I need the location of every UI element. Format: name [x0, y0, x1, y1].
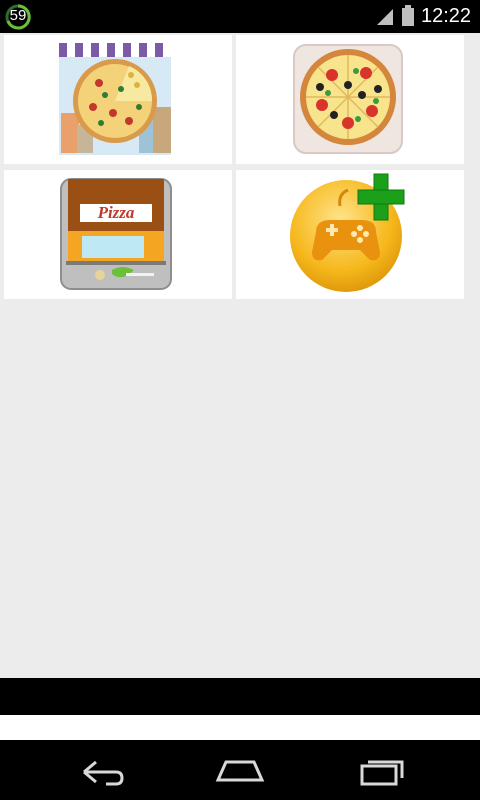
pizza-shop-icon: [59, 43, 171, 155]
store-sign-label: Pizza: [97, 203, 135, 222]
gamepad-add-icon: [290, 173, 405, 292]
status-bar: 59 12:22: [0, 0, 480, 33]
ad-banner-bottom: [0, 715, 480, 740]
pizza-tile[interactable]: [236, 35, 464, 164]
recent-apps-button[interactable]: [350, 750, 410, 790]
progress-ring-icon: 59: [4, 3, 32, 31]
pizza-store-icon: [60, 178, 172, 290]
recent-apps-icon: [360, 760, 404, 786]
home-icon: [215, 760, 265, 782]
status-counter: 59: [9, 7, 27, 24]
back-button[interactable]: [70, 750, 130, 790]
navigation-bar: [0, 740, 480, 800]
more-games-tile[interactable]: [236, 170, 464, 299]
home-button[interactable]: [210, 750, 270, 790]
pizza-shop-tile[interactable]: [4, 35, 232, 164]
signal-icon: [375, 6, 395, 31]
clock: 12:22: [421, 5, 472, 27]
ad-banner-top: [0, 678, 480, 715]
pizza-store-tile[interactable]: Pizza: [4, 170, 232, 299]
back-icon: [83, 760, 124, 786]
pizza-icon: [293, 44, 403, 154]
battery-icon: [401, 5, 415, 32]
